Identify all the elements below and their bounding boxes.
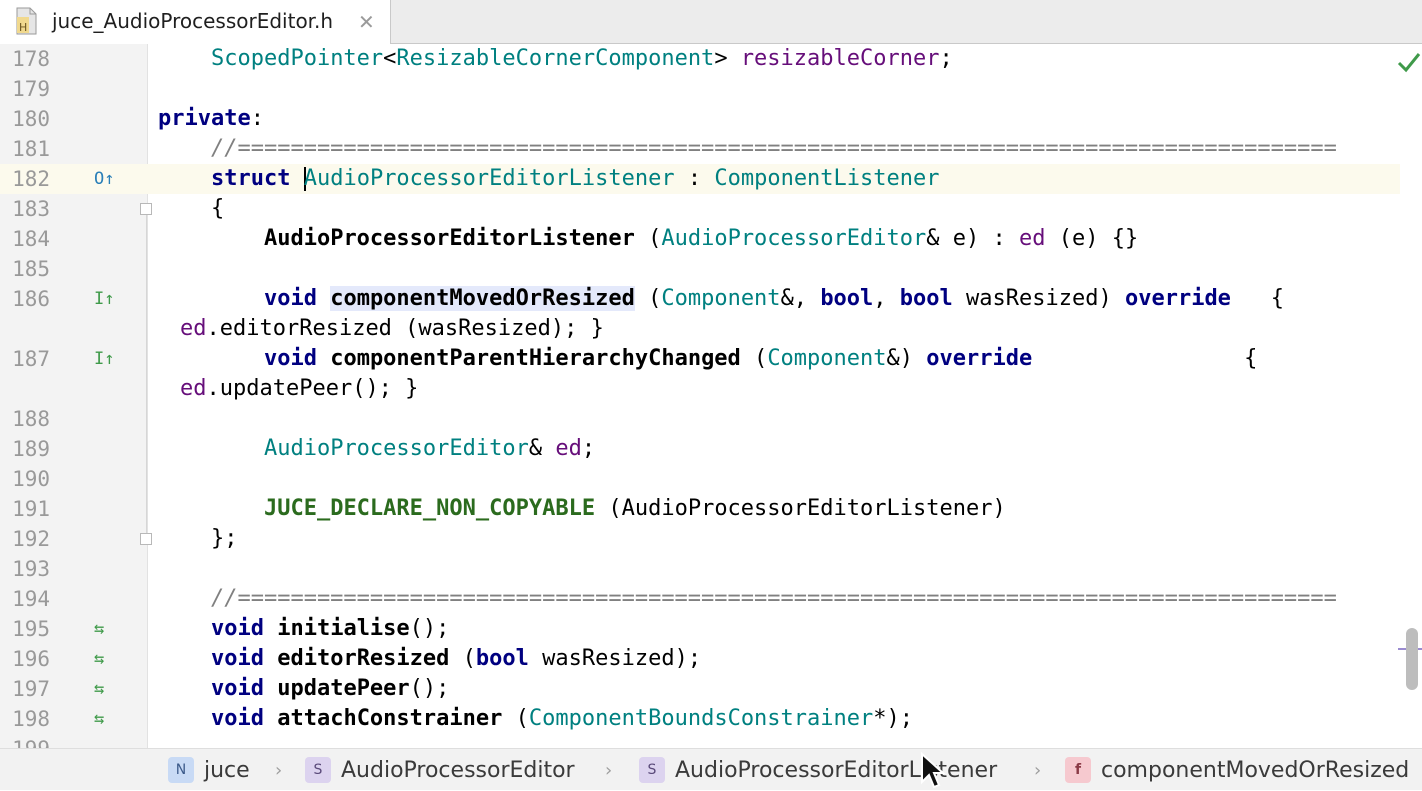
line-number: 185 <box>12 257 50 281</box>
code-line[interactable]: 179 <box>0 74 1400 104</box>
code-text: AudioProcessorEditorListener (AudioProce… <box>263 226 1139 251</box>
struct-icon: S <box>305 757 331 783</box>
code-line[interactable]: 197 ⇆ void updatePeer(); <box>0 674 1400 704</box>
breadcrumb-separator: › <box>605 759 613 781</box>
code-line[interactable]: 193 <box>0 554 1400 584</box>
code-text: void attachConstrainer (ComponentBoundsC… <box>210 706 914 731</box>
code-line[interactable]: 194 //==================================… <box>0 584 1400 614</box>
editor-tab-bar: H juce_AudioProcessorEditor.h ✕ <box>0 0 1422 44</box>
breadcrumb-separator: › <box>275 759 283 781</box>
code-text: private: <box>158 106 264 131</box>
code-line[interactable]: 198 ⇆ void attachConstrainer (ComponentB… <box>0 704 1400 734</box>
implements-icon[interactable]: I↑ <box>94 290 114 308</box>
line-number: 180 <box>12 107 50 131</box>
line-number: 186 <box>12 287 50 311</box>
code-line[interactable]: 189 AudioProcessorEditor& ed; <box>0 434 1400 464</box>
line-number: 181 <box>12 137 50 161</box>
breadcrumb-label: AudioProcessorEditorListener <box>675 757 998 783</box>
line-number: 187 <box>12 347 50 371</box>
line-number: 192 <box>12 527 50 551</box>
code-text: JUCE_DECLARE_NON_COPYABLE (AudioProcesso… <box>263 496 1006 521</box>
struct-icon: S <box>639 757 665 783</box>
code-line[interactable]: 187 I↑ void componentParentHierarchyChan… <box>0 344 1400 404</box>
navigate-definition-icon[interactable]: ⇆ <box>94 710 104 728</box>
line-number: 193 <box>12 557 50 581</box>
code-text: void initialise(); <box>210 616 450 641</box>
line-number: 195 <box>12 617 50 641</box>
code-line[interactable]: 186 I↑ void componentMovedOrResized (Com… <box>0 284 1400 344</box>
navigate-definition-icon[interactable]: ⇆ <box>94 680 104 698</box>
code-text: struct AudioProcessorEditorListener : Co… <box>210 166 940 191</box>
navigate-definition-icon[interactable]: ⇆ <box>94 650 104 668</box>
breadcrumb-label: componentMovedOrResized <box>1101 757 1410 783</box>
code-text: void editorResized (bool wasResized); <box>210 646 702 671</box>
breadcrumb-label: AudioProcessorEditor <box>341 757 575 783</box>
breadcrumb-label: juce <box>204 757 250 783</box>
breadcrumb-item-juce[interactable]: N juce <box>168 749 250 791</box>
code-line[interactable]: 192 }; <box>0 524 1400 554</box>
code-text: }; <box>158 526 238 551</box>
navigate-definition-icon[interactable]: ⇆ <box>94 620 104 638</box>
code-line[interactable]: 196 ⇆ void editorResized (bool wasResize… <box>0 644 1400 674</box>
comment-separator: //======================================… <box>158 586 1337 611</box>
svg-text:H: H <box>19 21 27 34</box>
line-number: 194 <box>12 587 50 611</box>
code-line[interactable]: 190 <box>0 464 1400 494</box>
line-number: 182 <box>12 167 50 191</box>
line-number: 197 <box>12 677 50 701</box>
no-problems-check-icon[interactable] <box>1396 50 1422 74</box>
code-line[interactable]: 181 //==================================… <box>0 134 1400 164</box>
code-line[interactable]: 199 <box>0 734 1400 748</box>
code-text: void componentParentHierarchyChanged (Co… <box>263 346 1258 371</box>
code-line[interactable]: 185 <box>0 254 1400 284</box>
line-number: 183 <box>12 197 50 221</box>
breadcrumb: N juce › S AudioProcessorEditor › S Audi… <box>0 748 1422 790</box>
code-text: { <box>158 196 225 221</box>
close-tab-icon[interactable]: ✕ <box>358 10 375 34</box>
code-line[interactable]: 191 JUCE_DECLARE_NON_COPYABLE (AudioProc… <box>0 494 1400 524</box>
line-number: 179 <box>12 77 50 101</box>
line-number: 199 <box>0 734 50 748</box>
code-line[interactable]: 188 <box>0 404 1400 434</box>
code-line[interactable]: 180 private: <box>0 104 1400 134</box>
code-line[interactable]: 184 AudioProcessorEditorListener (AudioP… <box>0 224 1400 254</box>
tab-title: juce_AudioProcessorEditor.h <box>52 9 334 33</box>
line-number: 189 <box>12 437 50 461</box>
breadcrumb-item-audioprocessoreditor[interactable]: S AudioProcessorEditor <box>305 749 575 791</box>
overrides-icon[interactable]: O↑ <box>94 170 114 188</box>
line-number: 190 <box>12 467 50 491</box>
mouse-pointer-icon <box>921 752 946 789</box>
line-number: 178 <box>12 47 50 71</box>
line-number: 191 <box>12 497 50 521</box>
code-line-current[interactable]: 182 O↑ struct AudioProcessorEditorListen… <box>0 164 1400 194</box>
code-text: void updatePeer(); <box>210 676 450 701</box>
header-file-icon: H <box>16 7 37 35</box>
code-line[interactable]: 195 ⇆ void initialise(); <box>0 614 1400 644</box>
namespace-icon: N <box>168 757 194 783</box>
code-text-wrapped: ed.updatePeer(); } <box>180 376 419 401</box>
code-text: AudioProcessorEditor& ed; <box>263 436 596 461</box>
code-text: ScopedPointer<ResizableCornerComponent> … <box>210 46 953 71</box>
tab-juce-audio-processor-editor-h[interactable]: H juce_AudioProcessorEditor.h ✕ <box>0 0 391 44</box>
breadcrumb-item-componentmovedorresized[interactable]: f componentMovedOrResized <box>1065 749 1409 791</box>
line-number: 188 <box>12 407 50 431</box>
implements-icon[interactable]: I↑ <box>94 350 114 368</box>
vertical-scrollbar-thumb[interactable] <box>1406 628 1418 690</box>
comment-separator: //======================================… <box>158 136 1337 161</box>
code-line[interactable]: 178 ScopedPointer<ResizableCornerCompone… <box>0 44 1400 74</box>
code-lines[interactable]: 178 ScopedPointer<ResizableCornerCompone… <box>0 44 1422 748</box>
breadcrumb-separator: › <box>1034 759 1042 781</box>
line-number: 198 <box>12 707 50 731</box>
code-text: void componentMovedOrResized (Component&… <box>263 286 1284 311</box>
line-number: 184 <box>12 227 50 251</box>
code-editor[interactable]: 178 ScopedPointer<ResizableCornerCompone… <box>0 44 1422 748</box>
line-number: 196 <box>12 647 50 671</box>
code-line[interactable]: 183 { <box>0 194 1400 224</box>
function-icon: f <box>1065 757 1091 783</box>
code-text-wrapped: ed.editorResized (wasResized); } <box>180 316 604 341</box>
